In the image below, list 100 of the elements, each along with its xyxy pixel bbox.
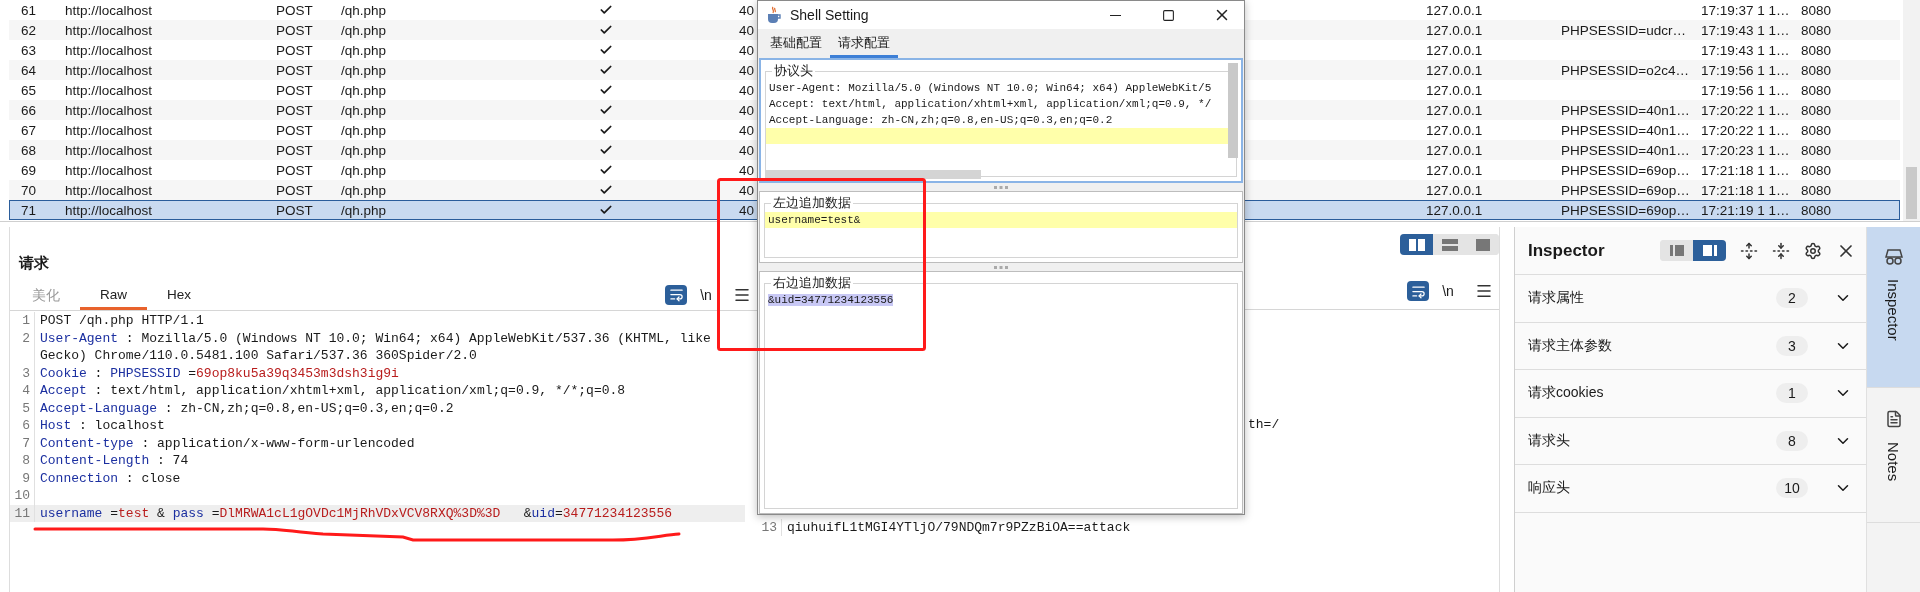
table-cell-text: http://localhost xyxy=(65,42,154,58)
code-text: Accept : text/html, application/xhtml+xml, application/xml;q=0.9, */*;q=0.8 xyxy=(34,382,745,400)
text-line: Accept: text/html, application/xhtml+xml, application/xml;q=0.9, */ xyxy=(769,98,1212,110)
table-cell-text: POST xyxy=(276,182,314,198)
table-cell-text: 17:19:56 1 1… xyxy=(1701,82,1791,98)
table-cell-text: 127.0.0.1 xyxy=(1426,82,1484,98)
code-text: Accept-Language : zh-CN,zh;q=0.8,en-US;q=0.3,en;q=0.2 xyxy=(34,399,745,417)
table-cell-text: http://localhost xyxy=(65,182,154,198)
table-cell-text: 8080 xyxy=(1801,162,1833,178)
table-cell-text: 127.0.0.1 xyxy=(1426,142,1484,158)
table-cell-text: /qh.php xyxy=(341,22,388,38)
table-cell-text: 8080 xyxy=(1801,42,1833,58)
code-text: User-Agent : Mozilla/5.0 (Windows NT 10.0; Win64; x64) AppleWebKit/537.36 (KHTML, like Gecko) Chrome/110.0.5481.100 Safari/537.36 360Spider/2.0 xyxy=(34,329,745,365)
table-cell-text: 8080 xyxy=(1801,62,1833,78)
line-number: 3 xyxy=(21,364,31,382)
count-badge: 8 xyxy=(1776,430,1808,451)
section-label: 请求cookies xyxy=(1528,384,1605,403)
table-cell-text: 8080 xyxy=(1801,2,1833,18)
table-cell-text: PHPSESSID=40n1… xyxy=(1561,102,1691,118)
code-text: th=/ xyxy=(1248,416,1280,434)
table-cell-text: 8080 xyxy=(1801,122,1833,138)
table-cell-text: /qh.php xyxy=(341,122,388,138)
section-label: 请求属性 xyxy=(1528,289,1585,308)
table-cell-text: 17:21:18 1 1… xyxy=(1701,162,1791,178)
text-line: User-Agent: Mozilla/5.0 (Windows NT 10.0; Win64; x64) AppleWebKit/5 xyxy=(769,82,1212,94)
table-cell-text: /qh.php xyxy=(341,2,388,18)
table-cell-text: /qh.php xyxy=(341,42,388,58)
table-cell-text: 127.0.0.1 xyxy=(1426,42,1484,58)
table-cell-text: 127.0.0.1 xyxy=(1426,202,1484,218)
table-cell-text: 40 xyxy=(739,182,756,198)
table-cell-text: PHPSESSID=69op… xyxy=(1561,182,1691,198)
table-cell-text: 71 xyxy=(21,202,38,218)
line-number: 11 xyxy=(13,504,31,522)
table-cell-text: http://localhost xyxy=(65,82,154,98)
code-text: Content-Length : 74 xyxy=(34,452,745,470)
code-text: Connection : close xyxy=(34,469,745,487)
table-cell-text: 40 xyxy=(739,82,756,98)
code-text: Host : localhost xyxy=(34,417,745,435)
table-cell-text: 17:20:22 1 1… xyxy=(1701,122,1791,138)
table-cell-text: 61 xyxy=(21,2,38,18)
table-cell-text: http://localhost xyxy=(65,62,154,78)
line-number: 2 xyxy=(21,329,31,348)
table-cell-text: /qh.php xyxy=(341,142,388,158)
line-number: 1 xyxy=(21,312,31,330)
table-cell-text: 127.0.0.1 xyxy=(1426,62,1484,78)
code-text: POST /qh.php HTTP/1.1 xyxy=(34,312,745,330)
table-cell-text: 62 xyxy=(21,22,38,38)
table-cell-text: 63 xyxy=(21,42,38,58)
inspector-title: Inspector xyxy=(1528,240,1605,261)
table-cell-text: 8080 xyxy=(1801,102,1833,118)
table-cell-text: 17:19:43 1 1… xyxy=(1701,42,1791,58)
line-number: 6 xyxy=(21,417,31,435)
table-cell-text: 40 xyxy=(739,22,756,38)
line-number: 8 xyxy=(21,452,31,470)
table-cell-text: 17:19:37 1 1… xyxy=(1701,2,1791,18)
table-cell-text: POST xyxy=(276,162,314,178)
table-cell-text: PHPSESSID=69op… xyxy=(1561,162,1691,178)
table-cell-text: POST xyxy=(276,82,314,98)
table-cell-text: 17:19:56 1 1… xyxy=(1701,62,1791,78)
table-cell-text: http://localhost xyxy=(65,142,154,158)
count-badge: 10 xyxy=(1776,478,1808,499)
code-text: Cookie : PHPSESSID =69op8ku5a39q3453m3dsh3ig9i xyxy=(34,364,745,382)
table-cell-text: 127.0.0.1 xyxy=(1426,182,1484,198)
line-number: 7 xyxy=(21,434,31,452)
table-cell-text: 8080 xyxy=(1801,82,1833,98)
line-number: 5 xyxy=(21,399,31,417)
table-cell-text: 127.0.0.1 xyxy=(1426,162,1484,178)
table-cell-text: 68 xyxy=(21,142,38,158)
table-cell-text: /qh.php xyxy=(341,202,388,218)
table-cell-text: http://localhost xyxy=(65,2,154,18)
count-badge: 3 xyxy=(1776,335,1808,356)
table-cell-text: 40 xyxy=(739,162,756,178)
text-line: Accept-Language: zh-CN,zh;q=0.8,en-US;q=0.3,en;q=0.2 xyxy=(769,114,1113,126)
code-text: username =test & pass =DlMRWA1cL1gOVDc1MjRhVDxVCV8RXQ%3D%3D &uid=34771234123556 xyxy=(34,504,745,522)
table-cell-text: 127.0.0.1 xyxy=(1426,102,1484,118)
table-cell-text: 40 xyxy=(739,2,756,18)
table-cell-text: 40 xyxy=(739,62,756,78)
table-cell-text: 40 xyxy=(739,102,756,118)
table-cell-text: POST xyxy=(276,22,314,38)
table-cell-text: 127.0.0.1 xyxy=(1426,22,1484,38)
count-badge: 1 xyxy=(1776,383,1808,404)
section-label: 请求主体参数 xyxy=(1528,336,1613,355)
count-badge: 2 xyxy=(1776,288,1808,309)
table-cell-text: 8080 xyxy=(1801,142,1833,158)
section-title: 协议头 xyxy=(773,64,814,80)
table-cell-text: POST xyxy=(276,62,314,78)
table-cell-text: /qh.php xyxy=(341,162,388,178)
table-cell-text: http://localhost xyxy=(65,102,154,118)
section-label: 请求头 xyxy=(1528,431,1571,450)
table-cell-text: PHPSESSID=o2c4… xyxy=(1561,62,1690,78)
table-cell-text: POST xyxy=(276,142,314,158)
table-cell-text: 127.0.0.1 xyxy=(1426,2,1484,18)
table-cell-text: 17:20:23 1 1… xyxy=(1701,142,1791,158)
table-cell-text: PHPSESSID=udcr… xyxy=(1561,22,1687,38)
line-number: 4 xyxy=(21,382,31,400)
table-cell-text: PHPSESSID=69op… xyxy=(1561,202,1691,218)
table-cell-text: 40 xyxy=(739,142,756,158)
selected-text: &uid=34771234123556 xyxy=(768,294,894,306)
table-cell-text: POST xyxy=(276,2,314,18)
table-cell-text: POST xyxy=(276,102,314,118)
